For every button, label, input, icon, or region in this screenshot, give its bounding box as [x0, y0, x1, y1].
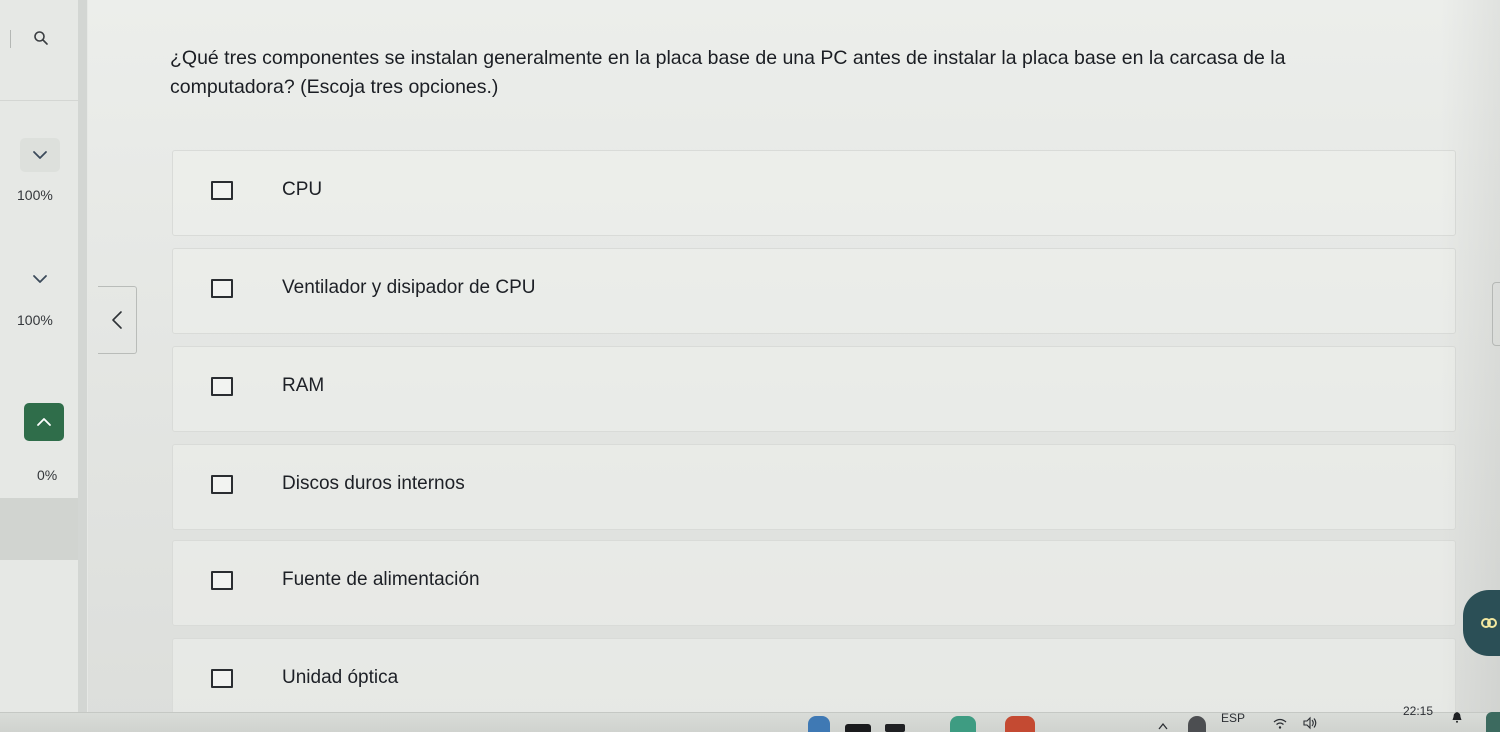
chevron-down-icon: [33, 275, 47, 283]
notification-bell-icon[interactable]: [1452, 711, 1462, 723]
option-label: Ventilador y disipador de CPU: [282, 277, 536, 298]
section-1-toggle[interactable]: [20, 138, 60, 172]
option-ram[interactable]: RAM: [172, 346, 1456, 432]
collapse-sidebar-button[interactable]: [98, 286, 137, 354]
option-checkbox[interactable]: [211, 279, 233, 298]
option-checkbox[interactable]: [211, 377, 233, 396]
section-3-progress: 0%: [37, 467, 58, 483]
keyboard-language[interactable]: ESP: [1221, 711, 1245, 725]
option-checkbox[interactable]: [211, 669, 233, 688]
section-3-toggle[interactable]: [24, 403, 64, 441]
clock-time[interactable]: 22:15: [1403, 704, 1433, 718]
option-checkbox[interactable]: [211, 181, 233, 200]
search-icon[interactable]: [33, 30, 49, 46]
option-checkbox[interactable]: [211, 475, 233, 494]
taskbar-app-icon[interactable]: [808, 716, 830, 732]
section-1-progress: 100%: [17, 187, 53, 203]
option-label: RAM: [282, 375, 325, 396]
option-optical-drive[interactable]: Unidad óptica: [172, 638, 1456, 720]
quiz-screen: 100% 100% 0% ¿Qué tres componentes se in…: [0, 0, 1500, 732]
option-label: Discos duros internos: [282, 473, 465, 494]
search-divider: [10, 30, 11, 48]
sidebar-search[interactable]: [0, 0, 78, 101]
taskbar-app-icon[interactable]: [950, 716, 976, 732]
floating-widget-button[interactable]: [1463, 590, 1500, 656]
taskbar-app-icon[interactable]: [885, 724, 905, 732]
option-label: Unidad óptica: [282, 667, 399, 688]
tray-chevron-up-icon[interactable]: [1158, 722, 1168, 730]
wifi-icon[interactable]: [1272, 716, 1288, 730]
widget-icon: [1481, 618, 1497, 628]
option-checkbox[interactable]: [211, 571, 233, 590]
taskbar-app-icon[interactable]: [845, 724, 871, 732]
right-panel-tab[interactable]: [1492, 282, 1500, 346]
section-sidebar: 100% 100% 0%: [0, 0, 88, 732]
taskbar-app-icon[interactable]: [1005, 716, 1035, 732]
chevron-down-icon: [33, 151, 47, 159]
volume-icon[interactable]: [1302, 716, 1318, 730]
option-cpu[interactable]: CPU: [172, 150, 1456, 236]
option-label: Fuente de alimentación: [282, 569, 480, 590]
tray-app-icon[interactable]: [1188, 716, 1206, 732]
option-label: CPU: [282, 179, 323, 200]
section-2-progress: 100%: [17, 312, 53, 328]
section-2-toggle[interactable]: [20, 262, 60, 296]
chevron-left-icon: [112, 311, 122, 329]
sidebar-divider: [78, 0, 87, 732]
option-cpu-fan-heatsink[interactable]: Ventilador y disipador de CPU: [172, 248, 1456, 334]
option-internal-hard-drives[interactable]: Discos duros internos: [172, 444, 1456, 530]
chevron-up-icon: [37, 418, 51, 426]
question-text: ¿Qué tres componentes se instalan genera…: [170, 47, 1286, 98]
option-power-supply[interactable]: Fuente de alimentación: [172, 540, 1456, 626]
taskbar-corner-app-icon[interactable]: [1486, 712, 1500, 732]
sidebar-active-band: [0, 498, 78, 560]
